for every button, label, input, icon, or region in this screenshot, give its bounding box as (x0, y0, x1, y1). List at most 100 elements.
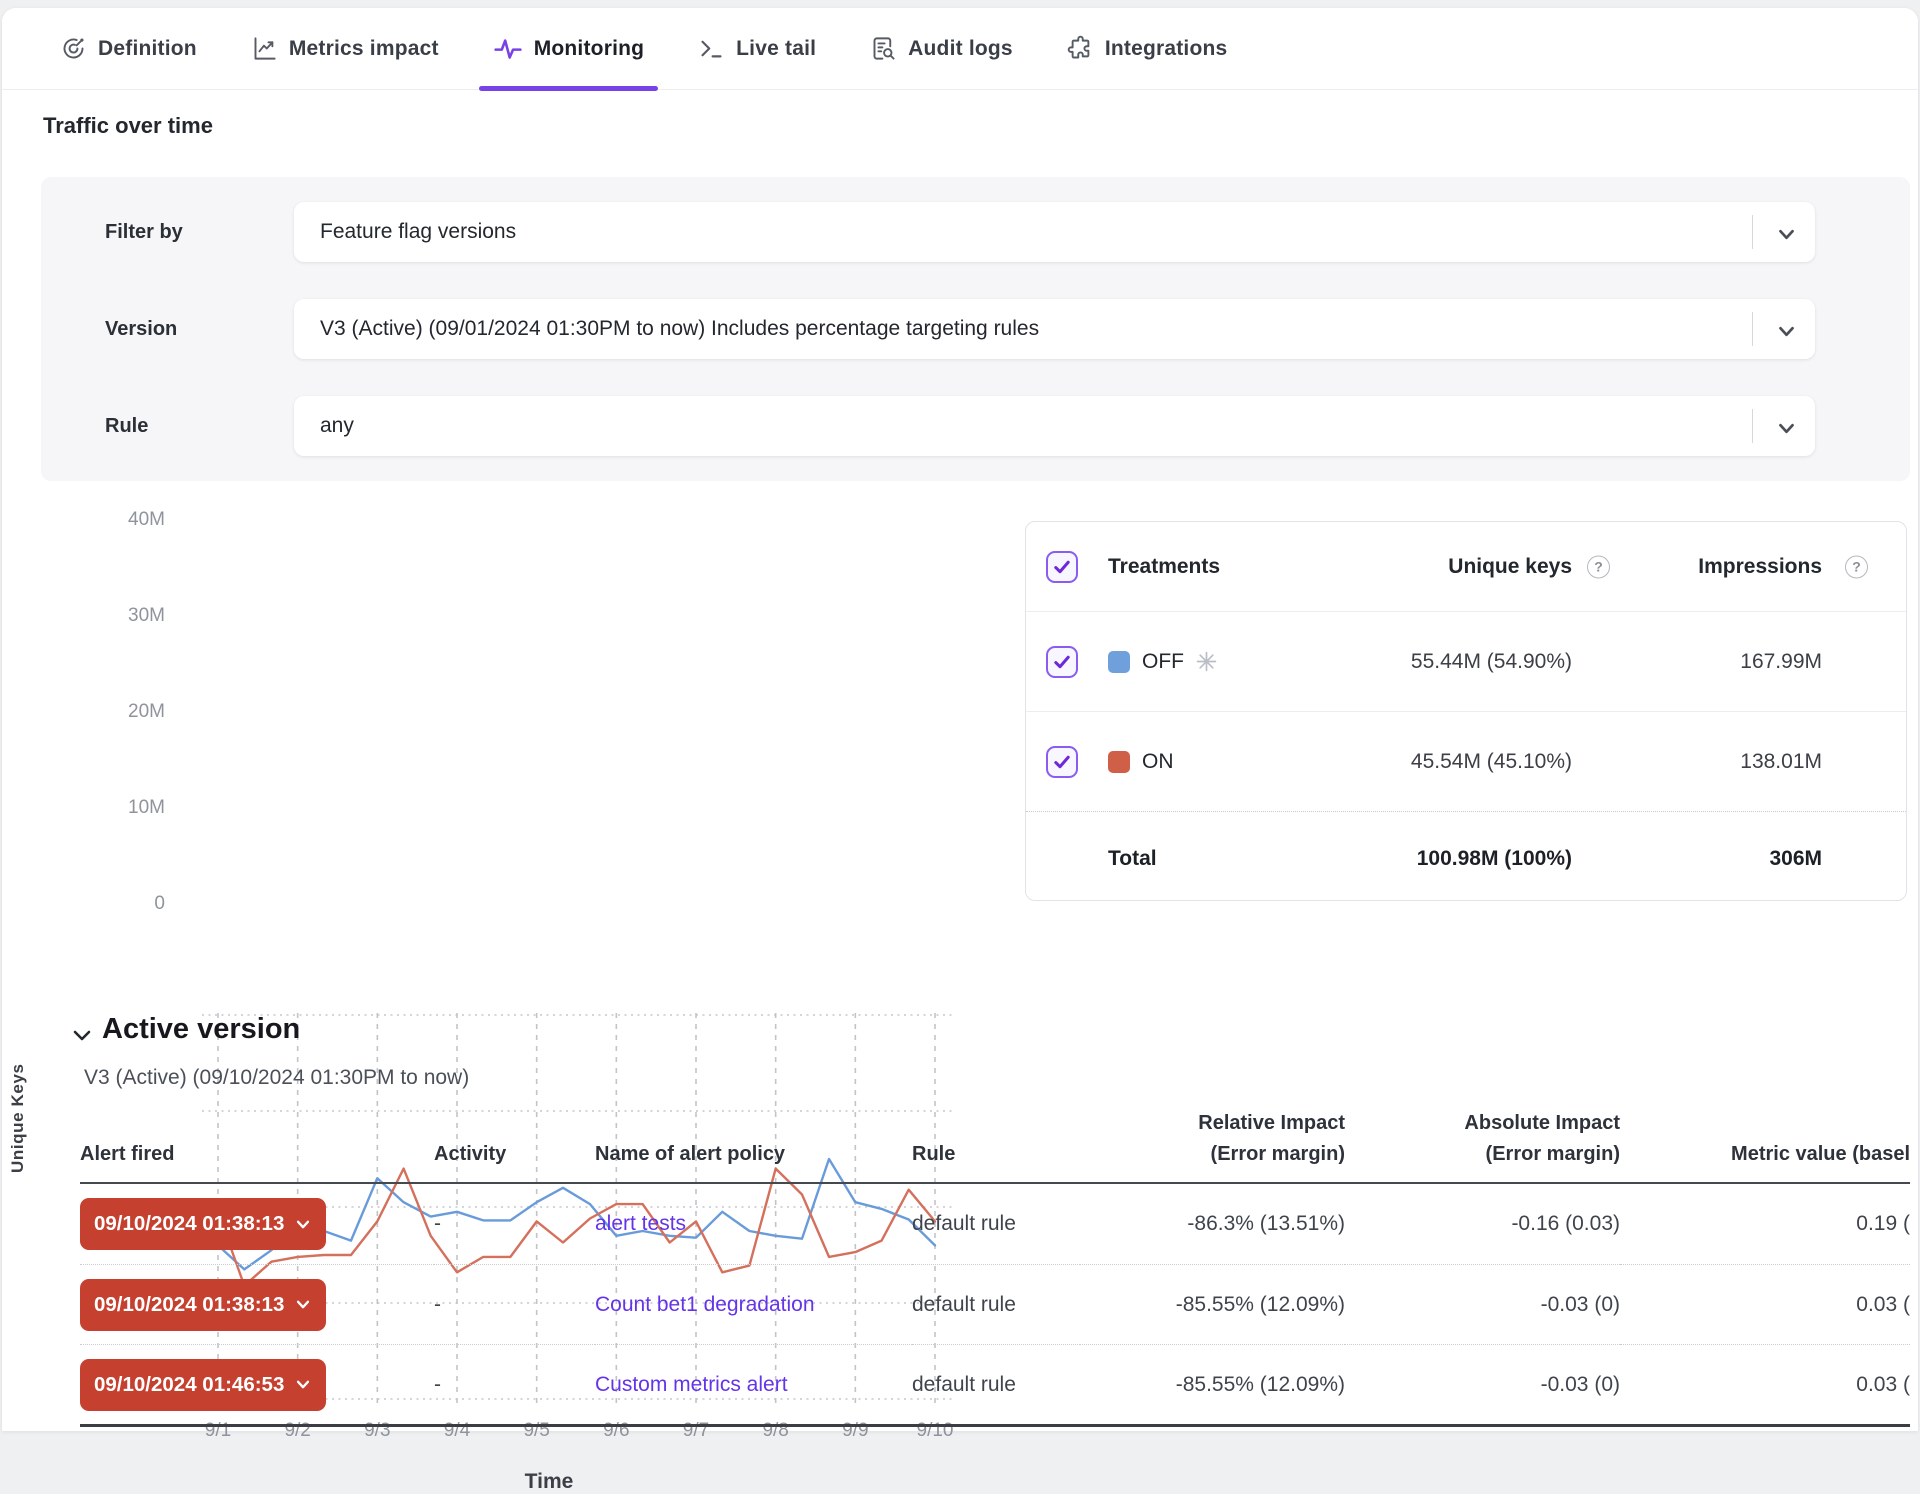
filter-row-filter-by: Filter by Feature flag versions (41, 202, 1910, 262)
select-divider (1752, 409, 1753, 443)
treatments-total-row: Total 100.98M (100%) 306M (1026, 811, 1906, 906)
treatment-name: ON (1142, 750, 1174, 774)
treatment-impressions: 167.99M (1740, 650, 1822, 674)
default-treatment-star-icon (1196, 651, 1217, 672)
select-value: V3 (Active) (09/01/2024 01:30PM to now) … (294, 317, 1039, 341)
y-tick-label: 10M (85, 797, 165, 819)
alert-policy-link[interactable]: Count bet1 degradation (595, 1293, 815, 1317)
alert-table-cell: 09/10/2024 01:38:13 (80, 1184, 434, 1264)
rule-select[interactable]: any (294, 396, 1815, 456)
page-title: Traffic over time (43, 113, 213, 139)
y-tick-label: 40M (85, 509, 165, 531)
treatment-unique-keys: 55.44M (54.90%) (1411, 650, 1572, 674)
alert-absolute-impact: -0.03 (0) (1541, 1293, 1620, 1317)
filter-panel: Filter by Feature flag versions Version … (41, 177, 1910, 481)
alert-table-cell: Custom metrics alert (595, 1344, 912, 1424)
alerts-column-header: Alert fired (80, 1100, 434, 1184)
tab-definition[interactable]: Definition (46, 8, 211, 90)
treatment-checkbox[interactable] (1046, 646, 1078, 678)
alert-activity: - (434, 1373, 441, 1397)
y-tick-label: 20M (85, 701, 165, 723)
treatment-color-swatch (1108, 751, 1130, 773)
y-tick-label: 0 (85, 893, 165, 915)
alert-table-cell: 0.03 ( (1620, 1344, 1910, 1424)
metrics-impact-icon (251, 35, 278, 62)
select-value: any (294, 414, 354, 438)
active-tab-underline (479, 86, 658, 91)
tab-monitoring[interactable]: Monitoring (479, 8, 658, 90)
treatment-checkbox[interactable] (1046, 551, 1078, 583)
version-select[interactable]: V3 (Active) (09/01/2024 01:30PM to now) … (294, 299, 1815, 359)
alerts-column-header: Relative Impact (Error margin) (1080, 1100, 1345, 1184)
active-version-collapse-chevron-icon[interactable] (72, 1028, 92, 1047)
alert-rule: default rule (912, 1212, 1016, 1236)
tab-metrics-impact[interactable]: Metrics impact (237, 8, 453, 90)
alerts-column-header: Activity (434, 1100, 595, 1184)
treatment-checkbox[interactable] (1046, 746, 1078, 778)
chevron-down-icon (1778, 324, 1795, 342)
impressions-header: Impressions (1698, 555, 1822, 579)
integrations-icon (1067, 35, 1094, 62)
alerts-column-header: Absolute Impact (Error margin) (1345, 1100, 1620, 1184)
alerts-column-header: Rule (912, 1100, 1080, 1184)
tab-audit-logs[interactable]: Audit logs (856, 8, 1027, 90)
alert-table-cell: -86.3% (13.51%) (1080, 1184, 1345, 1264)
tab-label: Metrics impact (289, 37, 439, 61)
y-tick-label: 30M (85, 605, 165, 627)
alert-table-cell: default rule (912, 1264, 1080, 1344)
alert-fired-time: 09/10/2024 01:38:13 (94, 1212, 284, 1236)
definition-icon (60, 35, 87, 62)
alert-activity: - (434, 1212, 441, 1236)
alert-table-cell: 0.03 ( (1620, 1264, 1910, 1344)
treatment-row-off: OFF 55.44M (54.90%) 167.99M (1026, 611, 1906, 711)
alert-metric-value: 0.03 ( (1856, 1373, 1910, 1397)
alert-table-cell: 09/10/2024 01:38:13 (80, 1264, 434, 1344)
filter-by-select[interactable]: Feature flag versions (294, 202, 1815, 262)
audit-logs-icon (870, 35, 897, 62)
alert-table-cell: -0.03 (0) (1345, 1264, 1620, 1344)
alert-fired-badge[interactable]: 09/10/2024 01:38:13 (80, 1198, 326, 1250)
alert-rule: default rule (912, 1293, 1016, 1317)
filter-label: Version (105, 299, 177, 359)
alert-policy-link[interactable]: alert tests (595, 1212, 686, 1236)
treatment-impressions: 138.01M (1740, 750, 1822, 774)
tab-label: Audit logs (908, 37, 1013, 61)
alert-relative-impact: -85.55% (12.09%) (1176, 1373, 1345, 1397)
alert-absolute-impact: -0.16 (0.03) (1511, 1212, 1620, 1236)
filter-label: Rule (105, 396, 148, 456)
alert-fired-badge[interactable]: 09/10/2024 01:38:13 (80, 1279, 326, 1331)
alert-relative-impact: -85.55% (12.09%) (1176, 1293, 1345, 1317)
select-divider (1752, 312, 1753, 346)
treatments-header-label: Treatments (1108, 555, 1220, 579)
unique-keys-help-icon[interactable]: ? (1587, 555, 1610, 578)
impressions-help-icon[interactable]: ? (1845, 555, 1868, 578)
alert-rule: default rule (912, 1373, 1016, 1397)
alert-table-cell: -0.16 (0.03) (1345, 1184, 1620, 1264)
chevron-down-icon (1778, 421, 1795, 439)
alert-table-cell: -85.55% (12.09%) (1080, 1344, 1345, 1424)
live-tail-icon (698, 35, 725, 62)
alert-metric-value: 0.03 ( (1856, 1293, 1910, 1317)
alert-metric-value: 0.19 ( (1856, 1212, 1910, 1236)
tab-label: Monitoring (534, 37, 644, 61)
alert-fired-badge[interactable]: 09/10/2024 01:46:53 (80, 1359, 326, 1411)
select-value: Feature flag versions (294, 220, 516, 244)
alert-table-cell: 09/10/2024 01:46:53 (80, 1344, 434, 1424)
filter-row-version: Version V3 (Active) (09/01/2024 01:30PM … (41, 299, 1910, 359)
monitoring-icon (493, 35, 523, 62)
filter-label: Filter by (105, 202, 183, 262)
alert-table-cell: - (434, 1344, 595, 1424)
chevron-down-icon (1778, 227, 1795, 245)
alert-table-cell: default rule (912, 1344, 1080, 1424)
alert-table-cell: default rule (912, 1184, 1080, 1264)
alert-policy-link[interactable]: Custom metrics alert (595, 1373, 788, 1397)
alerts-table: Alert firedActivityName of alert policyR… (80, 1100, 1910, 1427)
alert-fired-time: 09/10/2024 01:46:53 (94, 1373, 284, 1397)
x-axis-title: Time (449, 1470, 649, 1494)
treatment-color-swatch (1108, 651, 1130, 673)
active-version-title: Active version (102, 1013, 300, 1046)
alert-fired-time: 09/10/2024 01:38:13 (94, 1293, 284, 1317)
treatment-row-on: ON 45.54M (45.10%) 138.01M (1026, 711, 1906, 811)
tab-integrations[interactable]: Integrations (1053, 8, 1242, 90)
tab-live-tail[interactable]: Live tail (684, 8, 830, 90)
